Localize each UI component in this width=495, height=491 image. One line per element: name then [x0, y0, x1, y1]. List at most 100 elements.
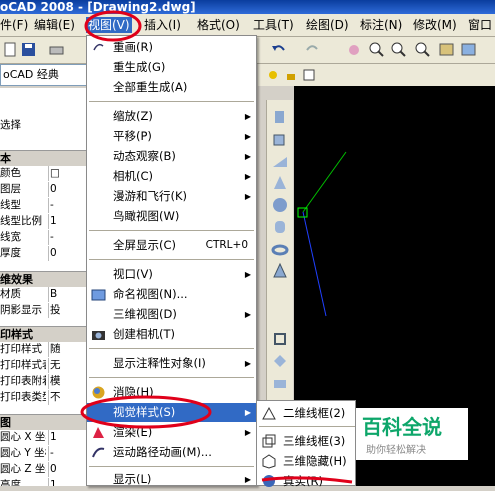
cone-icon[interactable]	[271, 174, 289, 192]
property-row[interactable]: 线宽 -	[0, 230, 88, 245]
submenu-item-3d-hidden[interactable]: 三维隐藏(H)	[257, 451, 355, 471]
zoom-previous-icon[interactable]	[414, 41, 431, 58]
ucs-y-axis	[302, 151, 347, 213]
submenu-arrow-icon: ▶	[244, 359, 251, 368]
menu-tools[interactable]: 工具(T)	[253, 17, 294, 33]
submenu-item-2d-wireframe[interactable]: 二维线框(2)	[257, 403, 355, 423]
menu-view[interactable]: 视图(V)	[86, 17, 132, 33]
menu-item-render[interactable]: 渲染(E) ▶	[87, 423, 256, 442]
box-icon[interactable]	[271, 130, 289, 148]
save-icon[interactable]	[20, 41, 37, 58]
menu-bar: 件(F) 编辑(E) 视图(V) 插入(I) 格式(O) 工具(T) 绘图(D)…	[0, 14, 495, 37]
lock-icon[interactable]	[284, 68, 298, 82]
menu-draw[interactable]: 绘图(D)	[306, 17, 349, 33]
submenu-item-3d-wireframe[interactable]: 三维线框(3)	[257, 431, 355, 451]
menu-item-create-camera[interactable]: 创建相机(T)	[87, 325, 256, 344]
menu-format[interactable]: 格式(O)	[197, 17, 240, 33]
property-row[interactable]: 线型比例 1	[0, 214, 88, 229]
menu-item-zoom[interactable]: 缩放(Z) ▶	[87, 107, 256, 126]
property-row[interactable]: 打印表类型不	[0, 390, 88, 405]
menu-item-regen[interactable]: 重生成(G)	[87, 58, 256, 77]
extrude-icon[interactable]	[271, 330, 289, 348]
menu-item-camera[interactable]: 相机(C) ▶	[87, 167, 256, 186]
pyramid-icon[interactable]	[271, 262, 289, 280]
torus-icon[interactable]	[271, 240, 289, 258]
3d-hidden-icon	[262, 454, 276, 469]
property-row[interactable]: 打印样式表无	[0, 358, 88, 373]
menu-separator	[89, 230, 254, 231]
section-geometry[interactable]: 图	[0, 414, 88, 430]
sun-icon[interactable]	[266, 68, 280, 82]
menu-item-visual-styles[interactable]: 视觉样式(S) ▶	[87, 403, 256, 422]
menu-separator	[89, 466, 254, 467]
submenu-arrow-icon: ▶	[244, 112, 251, 121]
cylinder-icon[interactable]	[271, 218, 289, 236]
menu-item-aerial-view[interactable]: 鸟瞰视图(W)	[87, 207, 256, 226]
submenu-item-realistic[interactable]: 真实(R)	[257, 471, 355, 491]
design-center-icon[interactable]	[460, 41, 477, 58]
submenu-arrow-icon: ▶	[244, 152, 251, 161]
view-menu: 重画(R) 重生成(G) 全部重生成(A) 缩放(Z) ▶ 平移(P) ▶ 动态观察…	[86, 35, 257, 486]
menu-item-orbit[interactable]: 动态观察(B) ▶	[87, 147, 256, 166]
property-row[interactable]: 阴影显示投	[0, 303, 88, 318]
menu-window[interactable]: 窗口	[468, 17, 492, 33]
property-row[interactable]: 圆心 Z 坐标0	[0, 462, 88, 477]
zoom-realtime-icon[interactable]	[368, 41, 385, 58]
menu-item-named-views[interactable]: 命名视图(N)...	[87, 285, 256, 304]
undo-icon[interactable]	[270, 41, 287, 58]
realistic-icon	[263, 475, 275, 487]
visual-styles-submenu: 二维线框(2) 三维线框(3) 三维隐藏(H) 真实(R)	[256, 400, 356, 488]
properties-icon[interactable]	[438, 41, 455, 58]
section-3d-effects[interactable]: 维效果	[0, 271, 88, 287]
property-row[interactable]: 颜色 □	[0, 166, 88, 181]
color-swatch-icon[interactable]	[302, 68, 316, 82]
shortcut-label: CTRL+0	[205, 239, 248, 251]
workspace-select[interactable]: oCAD 经典	[0, 64, 88, 86]
menu-item-regen-all[interactable]: 全部重生成(A)	[87, 78, 256, 97]
menu-edit[interactable]: 编辑(E)	[34, 17, 75, 33]
menu-item-3d-views[interactable]: 三维视图(D) ▶	[87, 305, 256, 324]
menu-item-pan[interactable]: 平移(P) ▶	[87, 127, 256, 146]
menu-item-redraw[interactable]: 重画(R)	[87, 38, 256, 57]
menu-modify[interactable]: 修改(M)	[413, 17, 457, 33]
menu-item-walk-fly[interactable]: 漫游和飞行(K) ▶	[87, 187, 256, 206]
property-row[interactable]: 厚度 0	[0, 246, 88, 261]
menu-item-motion-path[interactable]: 运动路径动画(M)...	[87, 443, 256, 462]
menu-item-viewports[interactable]: 视口(V) ▶	[87, 265, 256, 284]
ucs-z-axis	[302, 211, 327, 317]
zoom-window-icon[interactable]	[390, 41, 407, 58]
property-row[interactable]: 圆心 Y 坐标-	[0, 446, 88, 461]
section-basic[interactable]: 本	[0, 150, 88, 166]
plot-icon[interactable]	[48, 41, 65, 58]
menu-dimension[interactable]: 标注(N)	[360, 17, 402, 33]
redraw-icon	[93, 43, 104, 51]
property-row[interactable]: 高度 1	[0, 478, 88, 486]
menu-item-display[interactable]: 显示(L) ▶	[87, 470, 256, 489]
watermark: 百科全说 助你轻松解决	[356, 408, 468, 460]
menu-insert[interactable]: 插入(I)	[144, 17, 181, 33]
menu-file[interactable]: 件(F)	[0, 17, 28, 33]
sweep-icon[interactable]	[271, 374, 289, 392]
section-plot-style[interactable]: 印样式	[0, 326, 88, 342]
pan-icon[interactable]	[346, 41, 363, 58]
menu-item-hide[interactable]: 消隐(H)	[87, 383, 256, 402]
property-row[interactable]: 打印表附着到模	[0, 374, 88, 389]
submenu-arrow-icon: ▶	[244, 408, 251, 417]
menu-item-annotation-objects[interactable]: 显示注释性对象(I) ▶	[87, 354, 256, 373]
property-row[interactable]: 打印样式随	[0, 342, 88, 357]
redo-icon[interactable]	[304, 41, 321, 58]
selection-label[interactable]: 选择	[0, 118, 88, 133]
property-row[interactable]: 线型 -	[0, 198, 88, 213]
new-file-icon[interactable]	[2, 41, 19, 58]
property-row[interactable]: 圆心 X 坐标1	[0, 430, 88, 445]
property-row[interactable]: 材质 B	[0, 287, 88, 302]
sphere-icon[interactable]	[271, 196, 289, 214]
presspull-icon[interactable]	[271, 352, 289, 370]
submenu-arrow-icon: ▶	[244, 172, 251, 181]
watermark-brand: 百科全说	[362, 415, 442, 439]
wedge-icon[interactable]	[271, 152, 289, 170]
property-row[interactable]: 图层 0	[0, 182, 88, 197]
menu-item-clean-screen[interactable]: 全屏显示(C) CTRL+0	[87, 236, 256, 255]
ucs-origin	[297, 207, 308, 218]
polysolid-icon[interactable]	[271, 108, 289, 126]
